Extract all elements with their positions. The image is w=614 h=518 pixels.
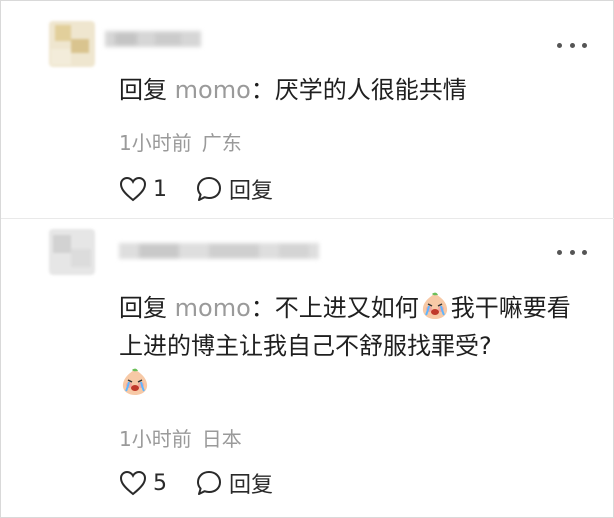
like-count: 5 xyxy=(153,470,167,496)
comment-text: 回复 momo：不上进又如何 我干嘛要看上进的博主让我自己不舒服找罪受? xyxy=(119,289,589,403)
more-options-icon[interactable] xyxy=(557,248,587,256)
like-count: 1 xyxy=(153,176,167,202)
location: 日本 xyxy=(201,427,242,451)
comment-meta: 1小时前 日本 xyxy=(119,423,242,452)
comment-item: 回复 momo：厌学的人很能共情 1小时前 广东 1 回复 xyxy=(1,1,614,219)
comment-body: 厌学的人很能共情 xyxy=(274,76,467,104)
crying-face-emoji xyxy=(422,292,447,319)
comment-text: 回复 momo：厌学的人很能共情 xyxy=(119,71,467,109)
comment-item: 回复 momo：不上进又如何 我干嘛要看上进的博主让我自己不舒服找罪受? 1小时… xyxy=(1,219,614,518)
reply-button[interactable]: 回复 xyxy=(195,173,273,205)
mention-link[interactable]: momo xyxy=(175,76,251,104)
timestamp: 1小时前 xyxy=(119,427,192,451)
reply-button[interactable]: 回复 xyxy=(195,467,273,499)
comment-actions: 1 回复 xyxy=(119,173,273,205)
heart-icon xyxy=(119,470,147,496)
avatar[interactable] xyxy=(49,229,95,275)
username-blurred[interactable] xyxy=(119,241,319,261)
mention-link[interactable]: momo xyxy=(175,294,251,322)
heart-icon xyxy=(119,176,147,202)
reply-prefix: 回复 xyxy=(119,76,167,104)
comment-meta: 1小时前 广东 xyxy=(119,127,242,156)
reply-prefix: 回复 xyxy=(119,294,167,322)
separator: ： xyxy=(250,76,275,104)
timestamp: 1小时前 xyxy=(119,131,192,155)
like-button[interactable]: 5 xyxy=(119,470,195,496)
comment-body-part1: 不上进又如何 xyxy=(274,294,419,322)
location: 广东 xyxy=(201,131,242,155)
comments-panel: 回复 momo：厌学的人很能共情 1小时前 广东 1 回复 回复 momo：不上… xyxy=(0,0,614,518)
comment-bubble-icon xyxy=(197,471,221,495)
reply-label: 回复 xyxy=(229,179,274,204)
avatar[interactable] xyxy=(49,21,95,67)
more-options-icon[interactable] xyxy=(557,41,587,49)
crying-face-emoji xyxy=(122,368,148,395)
separator: ： xyxy=(250,294,275,322)
username-blurred[interactable] xyxy=(105,29,201,49)
reply-label: 回复 xyxy=(229,473,274,498)
comment-actions: 5 回复 xyxy=(119,467,273,499)
like-button[interactable]: 1 xyxy=(119,176,195,202)
comment-bubble-icon xyxy=(197,177,221,201)
